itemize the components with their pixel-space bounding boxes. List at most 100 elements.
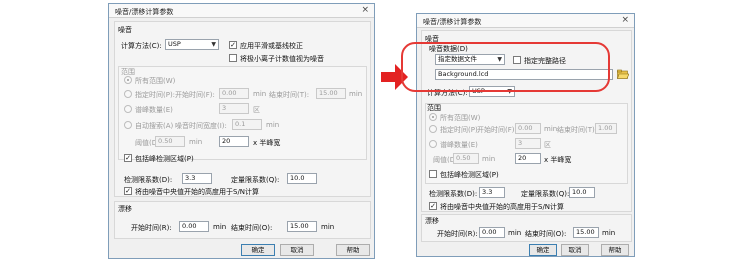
right-center-height-label: 将由噪音中央值开始的高度用于S/N计算 <box>440 203 565 211</box>
right-detect-limit-value: 3.3 <box>482 188 493 196</box>
right-threshold-unit: min <box>482 155 496 163</box>
right-help-button[interactable]: 帮助 <box>601 244 629 256</box>
left-end-min-unit: min <box>349 90 363 98</box>
left-titlebar: 噪音/漂移计算参数 × <box>109 4 374 18</box>
left-dialog-title: 噪音/漂移计算参数 <box>115 8 174 16</box>
right-start-time-label: 开始时间(F): <box>477 126 517 134</box>
left-center-height-label: 将由噪音中央值开始的高度用于S/N计算 <box>135 188 260 196</box>
left-end-time-input[interactable]: 15.00 <box>316 88 346 99</box>
right-dialog: 噪音/漂移计算参数 × 噪音 噪音数据(D) 指定数据文件 ▼ 指定完整路径 Ba… <box>401 13 635 257</box>
right-quant-limit-input[interactable]: 10.0 <box>569 187 595 198</box>
right-quant-limit-value: 10.0 <box>572 188 587 196</box>
left-drift-end-label: 结束时间(O): <box>231 224 273 232</box>
left-auto-search-radio[interactable] <box>124 121 132 129</box>
left-peak-count-radio[interactable] <box>124 105 132 113</box>
left-start-time-input[interactable]: 0.00 <box>219 88 249 99</box>
right-end-time-input[interactable]: 1.00 <box>595 123 617 134</box>
right-dialog-title: 噪音/漂移计算参数 <box>423 18 482 26</box>
right-include-peak-label: 包括峰检测区域(P) <box>440 171 499 179</box>
left-apply-baseline-label: 应用平滑或基线校正 <box>240 42 303 50</box>
left-peak-count-label: 谱峰数量(E) <box>135 106 173 114</box>
right-specified-time-radio[interactable] <box>429 125 437 133</box>
right-drift-start-label: 开始时间(R): <box>437 230 478 238</box>
right-close-icon[interactable]: × <box>621 15 629 25</box>
left-half-width-value: 20 <box>222 137 231 145</box>
left-close-icon[interactable]: × <box>361 5 369 15</box>
left-include-peak-checkbox[interactable]: ✓ <box>124 154 132 162</box>
left-specified-time-label: 指定时间(P): <box>135 91 176 99</box>
right-detect-limit-input[interactable]: 3.3 <box>479 187 505 198</box>
folder-open-icon[interactable] <box>617 69 629 79</box>
left-drift-section <box>114 201 371 239</box>
left-start-time-label: 开始时间(F): <box>175 91 215 99</box>
right-threshold-input[interactable]: 0.50 <box>453 153 479 164</box>
left-threshold-unit: min <box>189 138 203 146</box>
left-method-select[interactable]: USP ▼ <box>165 39 219 50</box>
right-end-time-value: 1.00 <box>598 124 613 132</box>
right-end-time-label: 结束时间(T): <box>557 126 598 134</box>
left-drift-end-input[interactable]: 15.00 <box>287 221 317 232</box>
right-half-width-value: 20 <box>518 154 527 162</box>
right-specified-time-label: 指定时间(P): <box>440 126 481 134</box>
right-center-height-checkbox[interactable]: ✓ <box>429 202 437 210</box>
right-drift-start-value: 0.00 <box>482 228 497 236</box>
left-detect-limit-label: 检测限系数(D): <box>124 176 173 184</box>
left-threshold-value: 0.50 <box>158 137 173 145</box>
right-threshold-value: 0.50 <box>456 154 471 162</box>
right-titlebar: 噪音/漂移计算参数 × <box>417 14 634 28</box>
left-include-peak-label: 包括峰检测区域(P) <box>135 155 194 163</box>
left-method-label: 计算方法(C): <box>121 42 162 50</box>
right-ok-button[interactable]: 确定 <box>529 244 557 256</box>
left-apply-baseline-checkbox[interactable]: ✓ <box>229 41 237 49</box>
chevron-down-icon: ▼ <box>211 41 216 48</box>
right-peak-count-input[interactable]: 3 <box>515 138 541 149</box>
left-end-time-value: 15.00 <box>319 89 338 97</box>
left-auto-search-label: 自动搜索(A) <box>135 122 174 130</box>
left-small-peak-checkbox[interactable] <box>229 54 237 62</box>
left-detect-limit-input[interactable]: 3.3 <box>182 173 212 184</box>
right-cancel-button[interactable]: 取消 <box>561 244 589 256</box>
left-ok-button[interactable]: 确定 <box>241 244 275 256</box>
left-threshold-input[interactable]: 0.50 <box>155 136 185 147</box>
left-peak-count-input[interactable]: 3 <box>219 103 249 114</box>
right-peak-count-radio[interactable] <box>429 140 437 148</box>
right-peak-count-label: 谱峰数量(E) <box>440 141 478 149</box>
right-start-min-unit: min <box>544 125 558 133</box>
right-peak-count-value: 3 <box>518 139 523 147</box>
left-drift-start-label: 开始时间(R): <box>131 224 172 232</box>
right-all-range-radio[interactable] <box>429 113 437 121</box>
left-quant-limit-input[interactable]: 10.0 <box>287 173 317 184</box>
left-half-width-input[interactable]: 20 <box>219 136 249 147</box>
right-half-width-input[interactable]: 20 <box>515 153 541 164</box>
left-drift-header: 漂移 <box>118 205 132 213</box>
left-help-button[interactable]: 帮助 <box>336 244 370 256</box>
left-peak-count-value: 3 <box>222 104 227 112</box>
right-drift-end-label: 结束时间(O): <box>525 230 567 238</box>
left-noise-width-unit: min <box>266 121 280 129</box>
right-drift-end-input[interactable]: 15.00 <box>573 227 599 238</box>
left-cancel-button[interactable]: 取消 <box>280 244 314 256</box>
right-detect-limit-label: 检测限系数(D): <box>429 190 478 198</box>
left-drift-start-value: 0.00 <box>182 222 197 230</box>
right-start-time-input[interactable]: 0.00 <box>515 123 541 134</box>
right-half-width-suffix: x 半峰宽 <box>544 156 572 164</box>
left-dialog: 噪音/漂移计算参数 × 噪音 计算方法(C): USP ▼ ✓ 应用平滑或基线校正… <box>108 3 375 259</box>
right-peak-count-unit: 区 <box>544 141 551 149</box>
left-small-peak-label: 将极小离子计数值视为噪音 <box>240 55 324 63</box>
right-quant-limit-label: 定量限系数(Q): <box>521 190 570 198</box>
right-drift-start-input[interactable]: 0.00 <box>479 227 505 238</box>
right-drift-header: 漂移 <box>425 217 439 225</box>
right-all-range-label: 所有范围(W) <box>440 114 481 122</box>
left-noise-width-label: 噪音时间宽度(I): <box>175 122 227 130</box>
left-noise-width-input[interactable]: 0.1 <box>232 119 262 130</box>
right-start-time-value: 0.00 <box>518 124 533 132</box>
right-drift-end-unit: min <box>602 229 616 237</box>
left-all-range-radio[interactable] <box>124 76 132 84</box>
right-include-peak-checkbox[interactable] <box>429 170 437 178</box>
left-specified-time-radio[interactable] <box>124 90 132 98</box>
left-all-range-label: 所有范围(W) <box>135 77 176 85</box>
left-detect-limit-value: 3.3 <box>185 174 196 182</box>
left-quant-limit-label: 定量限系数(Q): <box>231 176 280 184</box>
left-drift-start-input[interactable]: 0.00 <box>179 221 209 232</box>
left-center-height-checkbox[interactable]: ✓ <box>124 187 132 195</box>
